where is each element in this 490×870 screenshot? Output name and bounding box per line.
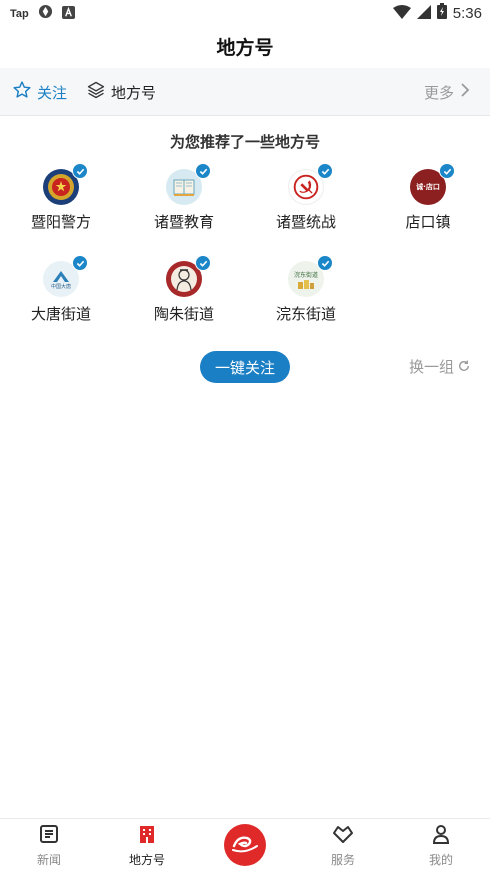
recommend-name: 诸暨统战 (275, 213, 336, 231)
checked-icon[interactable] (439, 163, 455, 179)
recommend-name: 大唐街道 (30, 305, 91, 323)
nav-news-label: 新闻 (36, 853, 61, 867)
screen: Tap 5:36 地方号 关注 地方号 更多 为您推荐了一些地方号 暨阳警方 诸… (0, 0, 490, 870)
nav-service-label: 服务 (330, 853, 355, 867)
bottom-nav: 新闻 地方号 服务 我的 (0, 818, 490, 870)
checked-icon[interactable] (317, 255, 333, 271)
app-logo-icon (230, 832, 260, 858)
tab-follow[interactable]: 关注 (12, 68, 67, 116)
recommend-item-taozhu-street[interactable]: 陶朱街道 (134, 255, 234, 324)
carrier-label: Tap (10, 7, 29, 20)
checked-icon[interactable] (195, 255, 211, 271)
nav-profile-label: 我的 (428, 853, 453, 867)
nav-local-label: 地方号 (128, 853, 165, 867)
nav-profile[interactable]: 我的 (401, 819, 481, 870)
profile-icon (431, 824, 451, 848)
recommend-item-zhuji-united-front[interactable]: 诸暨统战 (256, 163, 356, 232)
refresh-label: 换一组 (408, 358, 454, 376)
page-title: 地方号 (216, 36, 274, 59)
checked-icon[interactable] (195, 163, 211, 179)
star-icon (12, 80, 32, 104)
signal-icon (416, 4, 431, 23)
tab-follow-label: 关注 (37, 83, 68, 102)
location-icon (38, 4, 53, 23)
tab-local-label: 地方号 (111, 83, 157, 102)
wifi-icon (392, 4, 411, 23)
recommend-heading: 为您推荐了一些地方号 (169, 133, 320, 151)
nav-service[interactable]: 服务 (303, 819, 383, 870)
refresh-icon (458, 358, 470, 376)
recommend-name: 浣东街道 (275, 305, 336, 323)
building-icon (137, 824, 157, 848)
service-icon (332, 824, 354, 848)
channel-tab-row: 关注 地方号 更多 (0, 68, 490, 116)
clock: 5:36 (452, 4, 482, 22)
recommend-name: 诸暨教育 (153, 213, 214, 231)
recommend-item-diankou-town[interactable]: 诚·店口 店口镇 (378, 163, 478, 232)
checked-icon[interactable] (317, 163, 333, 179)
battery-icon (436, 3, 447, 23)
a-badge-icon (61, 4, 75, 23)
recommend-item-zhuji-education[interactable]: 诸暨教育 (134, 163, 234, 232)
recommend-name: 暨阳警方 (30, 213, 91, 231)
recommend-name: 陶朱街道 (153, 305, 214, 323)
checked-icon[interactable] (72, 255, 88, 271)
title-bar: 地方号 (0, 26, 490, 66)
tab-local-accounts[interactable]: 地方号 (86, 68, 156, 116)
refresh-batch-button[interactable]: 换一组 (409, 356, 470, 377)
nav-local-accounts[interactable]: 地方号 (107, 819, 187, 870)
news-icon (39, 824, 59, 848)
recommend-name: 店口镇 (405, 213, 451, 231)
nav-news[interactable]: 新闻 (9, 819, 89, 870)
more-label: 更多 (423, 83, 454, 102)
layers-icon (86, 80, 106, 104)
checked-icon[interactable] (72, 163, 88, 179)
more-button[interactable]: 更多 (424, 68, 470, 116)
follow-all-button[interactable]: 一键关注 (200, 351, 290, 383)
status-bar: Tap 5:36 (0, 0, 490, 26)
recommend-item-jiyang-police[interactable]: 暨阳警方 (11, 163, 111, 232)
app-logo-button[interactable] (224, 824, 266, 866)
recommend-item-datang-street[interactable]: 中国大唐 大唐街道 (11, 255, 111, 324)
recommend-item-huandong-street[interactable]: 浣东街道 浣东街道 (256, 255, 356, 324)
chevron-right-icon (460, 83, 470, 101)
